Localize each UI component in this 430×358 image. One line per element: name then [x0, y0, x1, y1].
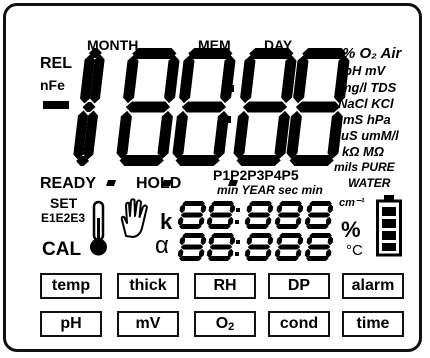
- lower-digit-3-seg-d: [246, 256, 269, 261]
- error-codes-label: E1E2E3: [41, 211, 86, 225]
- ready-label: READY: [40, 175, 97, 192]
- main-dp-1: [106, 180, 116, 186]
- cm-inverse-label: cm⁻¹: [339, 197, 365, 209]
- upper-digit-3-seg-d: [246, 224, 269, 229]
- hold-label: HOLD: [136, 175, 182, 192]
- lower-digit-5-seg-d: [306, 256, 329, 261]
- upper-digit-5-seg-d: [306, 224, 329, 229]
- o2-key-subscript: 2: [228, 321, 235, 333]
- main-digit-5-seg-g: [295, 101, 341, 113]
- upper-digit-5-seg-g: [307, 212, 331, 218]
- upper-digit-2-seg-a: [211, 201, 234, 206]
- main-digit-4-seg-g: [242, 101, 288, 113]
- lower-digit-5-seg-a: [309, 233, 332, 238]
- hand-icon: [120, 198, 148, 238]
- unit-ms-hpa: mS hPa: [343, 112, 391, 127]
- lower-digit-2-seg-g: [209, 244, 233, 250]
- day-label: DAY: [264, 37, 293, 53]
- main-digit-3-seg-e: [172, 110, 188, 159]
- kilo-indicator: k: [160, 209, 173, 234]
- alarm-key[interactable]: alarm: [342, 273, 404, 299]
- upper-digit-1-seg-d: [179, 224, 202, 229]
- upper-digit-3-seg-g: [247, 212, 271, 218]
- upper-digit-1-seg-a: [182, 201, 205, 206]
- upper-digit-2-seg-d: [208, 224, 231, 229]
- unit-kohm-mohm: kΩ MΩ: [342, 144, 384, 159]
- main-digit-2-seg-e: [116, 110, 132, 159]
- lower-digit-4-seg-d: [276, 256, 299, 261]
- upper-digit-1-seg-g: [180, 212, 204, 218]
- unit-o2-air: % O₂ Air: [342, 45, 402, 62]
- alpha-indicator: α: [155, 232, 169, 259]
- main-digit-2-seg-f: [123, 55, 139, 104]
- main-digit-4-seg-e: [233, 110, 249, 159]
- upper-digit-4-seg-a: [279, 201, 302, 206]
- lower-digit-2-seg-d: [208, 256, 231, 261]
- main-digit-3-seg-f: [179, 55, 195, 104]
- upper-digit-5-seg-a: [309, 201, 332, 206]
- time-key[interactable]: time: [342, 311, 404, 337]
- temp-key[interactable]: temp: [40, 273, 102, 299]
- main-digit-2-seg-d: [119, 155, 164, 166]
- unit-us-umml: uS umM/l: [341, 128, 399, 143]
- main-digit-2-seg-g: [125, 101, 171, 113]
- cond-key[interactable]: cond: [268, 311, 330, 337]
- ph-key[interactable]: pH: [40, 311, 102, 337]
- upper-digit-4-seg-d: [276, 224, 299, 229]
- main-digit-1-seg-g: [82, 102, 96, 112]
- upper-colon-bottom: [235, 220, 239, 224]
- nfe-label: nFe: [40, 77, 65, 93]
- main-digit-2-seg-b: [164, 55, 180, 104]
- lower-digit-2-seg-a: [211, 233, 234, 238]
- main-digit-3-seg-b: [220, 55, 236, 104]
- mv-key[interactable]: mV: [117, 311, 179, 337]
- lower-colon-top: [236, 240, 240, 244]
- main-digit-4-seg-d: [236, 155, 281, 166]
- lower-digit-1-seg-d: [179, 256, 202, 261]
- upper-digit-4-seg-g: [277, 212, 301, 218]
- upper-digit-3-seg-a: [249, 201, 272, 206]
- unit-water: WATER: [348, 176, 391, 190]
- unit-ph-mv: pH mV: [344, 63, 386, 78]
- celsius-label: °C: [346, 242, 363, 259]
- percent-label: %: [341, 217, 361, 242]
- month-label: MONTH: [87, 37, 139, 53]
- cal-label: CAL: [42, 239, 82, 260]
- main-digit-5-seg-d: [289, 155, 334, 166]
- program-label: P1P2P3P4P5: [213, 167, 299, 183]
- upper-colon-top: [236, 208, 240, 212]
- unit-mgl-tds: mg/l TDS: [340, 80, 397, 95]
- set-label: SET: [50, 195, 78, 211]
- rel-label: REL: [40, 55, 72, 72]
- lower-digit-1-seg-g: [180, 244, 204, 250]
- main-digit-2-seg-a: [132, 48, 177, 59]
- thick-key[interactable]: thick: [117, 273, 179, 299]
- main-digit-5-seg-a: [302, 48, 347, 59]
- main-digit-3-seg-g: [181, 101, 227, 113]
- upper-digit-2-seg-g: [209, 212, 233, 218]
- dp-key[interactable]: DP: [268, 273, 330, 299]
- time-units-label: min YEAR sec min: [217, 183, 323, 197]
- main-colon-bottom: [224, 116, 231, 123]
- unit-nacl-kcl: NaCl KCl: [338, 96, 394, 111]
- rh-key[interactable]: RH: [194, 273, 256, 299]
- lower-digit-5-seg-g: [307, 244, 331, 250]
- thermometer-icon: [90, 200, 107, 256]
- lower-digit-3-seg-g: [247, 244, 271, 250]
- o2-key[interactable]: O2: [194, 311, 256, 337]
- main-digit-3-seg-d: [175, 155, 220, 166]
- o2-key-base: O: [215, 315, 229, 332]
- lower-colon-bottom: [235, 252, 239, 256]
- main-colon-top: [227, 85, 234, 92]
- lower-digit-4-seg-a: [279, 233, 302, 238]
- main-digit-2-seg-c: [157, 110, 173, 159]
- lower-digit-3-seg-a: [249, 233, 272, 238]
- lower-digit-4-seg-g: [277, 244, 301, 250]
- lower-digit-1-seg-a: [182, 233, 205, 238]
- main-digit-4-seg-f: [240, 55, 256, 104]
- unit-mils-pure: mils PURE: [334, 160, 395, 174]
- main-minus-sign: [43, 101, 69, 109]
- mem-label: MEM: [198, 37, 231, 53]
- battery-icon: [376, 195, 402, 257]
